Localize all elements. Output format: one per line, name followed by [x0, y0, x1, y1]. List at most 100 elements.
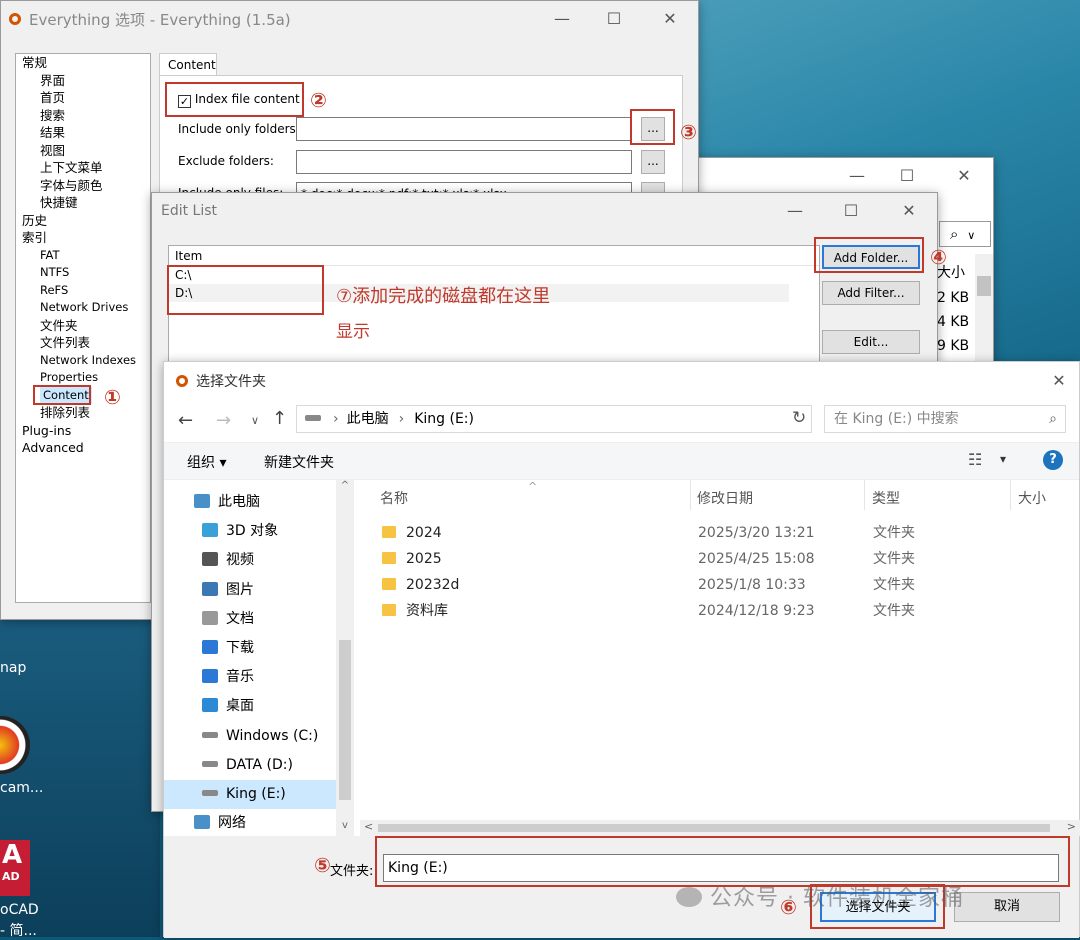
nav-item-label: 图片: [226, 581, 254, 598]
organize-button[interactable]: 组织 ▾: [187, 452, 226, 472]
table-row[interactable]: 资料库 2024/12/18 9:23 文件夹: [360, 598, 1080, 624]
nav-item[interactable]: 文档: [164, 605, 336, 634]
edit-button[interactable]: Edit...: [822, 330, 920, 354]
nav-item[interactable]: DATA (D:): [164, 751, 336, 780]
include-folders-input[interactable]: [296, 117, 632, 141]
row-date: 2025/1/8 10:33: [698, 577, 806, 593]
nav-scroll-thumb[interactable]: [339, 640, 351, 800]
include-folders-label: Include only folders:: [178, 122, 300, 136]
main-minimize-button[interactable]: —: [834, 158, 880, 194]
tree-item[interactable]: Advanced: [22, 439, 150, 457]
options-minimize-button[interactable]: —: [539, 1, 585, 37]
tree-item[interactable]: FAT: [22, 247, 150, 265]
nav-scrollbar[interactable]: ^ v: [336, 480, 354, 840]
edit-list-close-button[interactable]: ✕: [886, 193, 932, 229]
view-options-icon[interactable]: ☷: [968, 450, 982, 469]
row-type: 文件夹: [873, 603, 915, 619]
nav-item[interactable]: 下载: [164, 634, 336, 663]
options-tree[interactable]: 常规 界面 首页 搜索 结果 视图 上下文菜单 字体与颜色 快捷键 历史 索引 FAT NTFS ReFS…: [15, 53, 151, 603]
tree-item[interactable]: 常规: [22, 54, 150, 72]
address-bar[interactable]: › 此电脑 › King (E:): [296, 405, 812, 433]
options-titlebar: Everything 选项 - Everything (1.5a) — ☐ ✕: [1, 1, 698, 37]
nav-item[interactable]: 网络: [164, 809, 336, 836]
tree-item[interactable]: NTFS: [22, 264, 150, 282]
column-header-name[interactable]: 名称: [380, 488, 408, 508]
crumb-king-e[interactable]: King (E:): [414, 411, 474, 427]
help-icon[interactable]: ?: [1043, 450, 1063, 470]
tree-item[interactable]: 上下文菜单: [22, 159, 150, 177]
crumb-this-pc[interactable]: 此电脑: [347, 411, 389, 427]
main-scrollbar[interactable]: [975, 254, 993, 372]
search-placeholder: 在 King (E:) 中搜索: [834, 411, 959, 427]
refresh-button[interactable]: ↻: [792, 408, 806, 428]
main-close-button[interactable]: ✕: [941, 158, 987, 194]
view-dropdown-icon[interactable]: ▾: [1000, 452, 1006, 466]
h-scroll-thumb[interactable]: [378, 824, 1050, 832]
up-button[interactable]: ↑: [272, 408, 287, 429]
tree-item[interactable]: 搜索: [22, 107, 150, 125]
back-button[interactable]: ←: [178, 410, 193, 431]
tree-item[interactable]: 排除列表: [22, 404, 150, 422]
exclude-folders-input[interactable]: [296, 150, 632, 174]
column-header-type[interactable]: 类型: [872, 488, 900, 508]
table-row[interactable]: 2024 2025/3/20 13:21 文件夹: [360, 520, 1080, 546]
tree-item[interactable]: Properties: [22, 369, 150, 387]
nav-item[interactable]: King (E:): [164, 780, 336, 809]
tree-item[interactable]: 结果: [22, 124, 150, 142]
add-filter-button[interactable]: Add Filter...: [822, 281, 920, 305]
tree-item[interactable]: 历史: [22, 212, 150, 230]
tree-item[interactable]: Network Indexes: [22, 352, 150, 370]
edit-list-minimize-button[interactable]: —: [772, 193, 818, 229]
nav-item[interactable]: 此电脑: [164, 488, 336, 517]
table-row[interactable]: 2025 2025/4/25 15:08 文件夹: [360, 546, 1080, 572]
tree-item[interactable]: ReFS: [22, 282, 150, 300]
navigation-pane[interactable]: 此电脑 3D 对象 视频图片文档 下载 音乐 桌面 Windows (C:) DATA (D:…: [164, 488, 336, 836]
scroll-up-button[interactable]: ^: [336, 480, 354, 496]
desktop-label-jian: - 简...: [0, 923, 37, 939]
new-folder-button[interactable]: 新建文件夹: [264, 452, 334, 472]
nav-item[interactable]: 3D 对象: [164, 517, 336, 546]
tree-item[interactable]: Plug-ins: [22, 422, 150, 440]
scroll-right-button[interactable]: >: [1067, 820, 1076, 833]
nav-item[interactable]: Windows (C:): [164, 722, 336, 751]
table-row[interactable]: 20232d 2025/1/8 10:33 文件夹: [360, 572, 1080, 598]
tree-item[interactable]: 视图: [22, 142, 150, 160]
tree-item[interactable]: 文件列表: [22, 334, 150, 352]
column-header-size[interactable]: 大小: [1018, 488, 1046, 508]
nav-item[interactable]: 桌面: [164, 692, 336, 721]
exclude-folders-browse-button[interactable]: ...: [641, 150, 665, 174]
edit-list-maximize-button[interactable]: ☐: [828, 193, 874, 229]
tree-item[interactable]: 快捷键: [22, 194, 150, 212]
tree-item[interactable]: 首页: [22, 89, 150, 107]
options-close-button[interactable]: ✕: [647, 1, 693, 37]
forward-button[interactable]: →: [216, 410, 231, 431]
tree-item[interactable]: 界面: [22, 72, 150, 90]
scroll-left-button[interactable]: <: [364, 820, 373, 833]
tree-item[interactable]: 索引: [22, 229, 150, 247]
nav-item[interactable]: 图片: [164, 576, 336, 605]
annotation-box-content: [33, 385, 91, 405]
nav-item[interactable]: 音乐: [164, 663, 336, 692]
row-type: 文件夹: [873, 525, 915, 541]
tree-item[interactable]: 字体与颜色: [22, 177, 150, 195]
horizontal-scrollbar[interactable]: < >: [360, 820, 1080, 836]
tree-item[interactable]: Network Drives: [22, 299, 150, 317]
main-search-box[interactable]: ⌕ ∨: [939, 221, 991, 247]
search-box[interactable]: 在 King (E:) 中搜索 ⌕: [824, 405, 1066, 433]
nav-item[interactable]: 视频: [164, 546, 336, 575]
autocad-icon[interactable]: A AD: [0, 840, 30, 896]
tree-item[interactable]: 文件夹: [22, 317, 150, 335]
file-list[interactable]: 名称 ^ 修改日期 类型 大小 2024 2025/3/20 13:21 文件夹 20…: [360, 480, 1080, 820]
cancel-button[interactable]: 取消: [954, 892, 1060, 922]
options-maximize-button[interactable]: ☐: [591, 1, 637, 37]
main-maximize-button[interactable]: ☐: [884, 158, 930, 194]
recent-locations-button[interactable]: ∨: [251, 414, 259, 427]
scroll-down-button[interactable]: v: [336, 820, 354, 831]
search-icon: ⌕: [1049, 411, 1057, 427]
3d-icon: [202, 523, 218, 538]
everything-logo-icon: [176, 375, 188, 387]
picker-close-button[interactable]: ✕: [1036, 363, 1080, 399]
column-header-date[interactable]: 修改日期: [697, 488, 753, 508]
column-header-item[interactable]: Item: [169, 246, 819, 266]
tab-content[interactable]: Content: [159, 53, 217, 76]
